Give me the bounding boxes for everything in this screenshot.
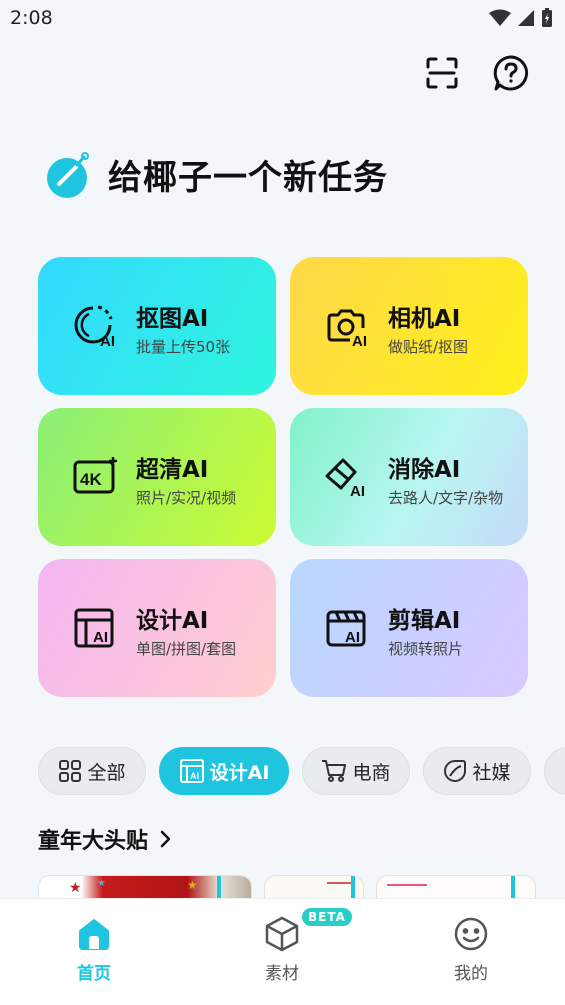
tool-title: 设计AI (136, 608, 209, 634)
thumbnail-card[interactable] (376, 875, 536, 900)
category-chip-all[interactable]: 全部 (38, 747, 146, 795)
chevron-right-icon (160, 830, 171, 848)
section-header[interactable]: 童年大头贴 (38, 823, 176, 855)
beta-badge: BETA (302, 908, 352, 926)
tool-title: 消除AI (388, 457, 461, 483)
tool-card-camera[interactable]: AI 相机AI 做贴纸/抠图 (290, 257, 528, 395)
tool-subtitle: 照片/实况/视频 (136, 489, 237, 507)
section-title: 童年大头贴 (38, 829, 149, 854)
tab-label: 素材 (265, 964, 299, 984)
status-icons (489, 8, 553, 28)
clapperboard-icon: AI (326, 610, 366, 647)
camera-ai-icon: AI (327, 309, 367, 350)
tab-mine[interactable]: 我的 (411, 915, 531, 984)
star-icon: ★ (69, 880, 82, 896)
scan-button[interactable] (421, 52, 463, 94)
tool-subtitle: 单图/拼图/套图 (136, 640, 237, 658)
star-icon: ★ (187, 878, 198, 892)
tab-label: 首页 (77, 964, 111, 984)
category-chip-design[interactable]: AI 设计AI (159, 747, 289, 795)
thumbnail-card[interactable] (264, 875, 364, 900)
tool-subtitle: 去路人/文字/杂物 (388, 489, 504, 507)
category-chip-social[interactable]: 社媒 (423, 747, 531, 795)
tool-title: 超清AI (136, 457, 209, 483)
status-time: 2:08 (10, 7, 53, 29)
eraser-ai-icon: AI (325, 458, 365, 500)
cube-icon (265, 916, 299, 952)
thumbnail-card[interactable]: ★ ★ ★ (38, 875, 252, 900)
status-bar: 2:08 (0, 0, 565, 40)
svg-text:AI: AI (350, 483, 365, 500)
tool-title: 相机AI (388, 306, 461, 332)
svg-text:4K: 4K (80, 470, 102, 489)
cutout-ai-icon: AI (74, 305, 115, 350)
smile-face-icon (454, 917, 488, 951)
cart-icon (322, 760, 347, 782)
svg-text:AI: AI (352, 333, 367, 350)
tool-subtitle: 批量上传50张 (136, 338, 231, 356)
svg-text:AI: AI (190, 771, 199, 781)
bottom-tab-bar: 首页 素材 我的 (0, 898, 565, 1005)
tool-card-video-edit[interactable]: AI 剪辑AI 视频转照片 (290, 559, 528, 697)
category-label: 全部 (87, 761, 126, 784)
star-icon: ★ (97, 878, 106, 889)
hero-title: 给椰子一个新任务 (108, 158, 388, 198)
4k-enhance-icon: 4K (73, 457, 117, 494)
help-button[interactable] (490, 52, 532, 94)
wifi-icon (489, 9, 511, 26)
tab-home[interactable]: 首页 (34, 915, 154, 984)
tool-card-design[interactable]: AI 设计AI 单图/拼图/套图 (38, 559, 276, 697)
tool-subtitle: 视频转照片 (388, 640, 464, 658)
tool-card-cutout[interactable]: AI 抠图AI 批量上传50张 (38, 257, 276, 395)
category-label: 社媒 (472, 761, 511, 784)
coconut-logo-icon (47, 151, 89, 198)
template-thumbnails: ★ ★ ★ (38, 875, 565, 900)
category-chip-ecommerce[interactable]: 电商 (302, 747, 410, 795)
tool-subtitle: 做贴纸/抠图 (388, 338, 469, 356)
category-chip-more[interactable] (544, 747, 565, 795)
grid-icon (59, 760, 82, 782)
category-label: 设计AI (209, 761, 270, 784)
category-chips: 全部 AI 设计AI 电商 社媒 (38, 747, 565, 799)
tool-title: 抠图AI (136, 306, 209, 332)
svg-text:AI: AI (93, 629, 108, 646)
svg-text:AI: AI (100, 333, 115, 350)
design-layout-icon: AI (74, 608, 114, 648)
tool-card-eraser[interactable]: AI 消除AI 去路人/文字/杂物 (290, 408, 528, 546)
tool-title: 剪辑AI (388, 608, 461, 634)
help-icon (493, 55, 529, 91)
category-label: 电商 (352, 761, 391, 784)
ai-tools-grid: AI 抠图AI 批量上传50张 AI 相机AI 做贴纸/抠图 4K 超清AI 照… (38, 257, 528, 697)
scan-icon (426, 57, 458, 89)
signal-icon (518, 10, 534, 26)
hero-heading: 给椰子一个新任务 (44, 150, 388, 199)
design-layout-icon: AI (179, 759, 204, 783)
tab-label: 我的 (454, 964, 488, 984)
battery-icon (542, 8, 552, 27)
svg-text:AI: AI (345, 629, 360, 646)
home-icon (79, 919, 109, 950)
tool-card-upscale[interactable]: 4K 超清AI 照片/实况/视频 (38, 408, 276, 546)
social-icon (444, 760, 467, 782)
